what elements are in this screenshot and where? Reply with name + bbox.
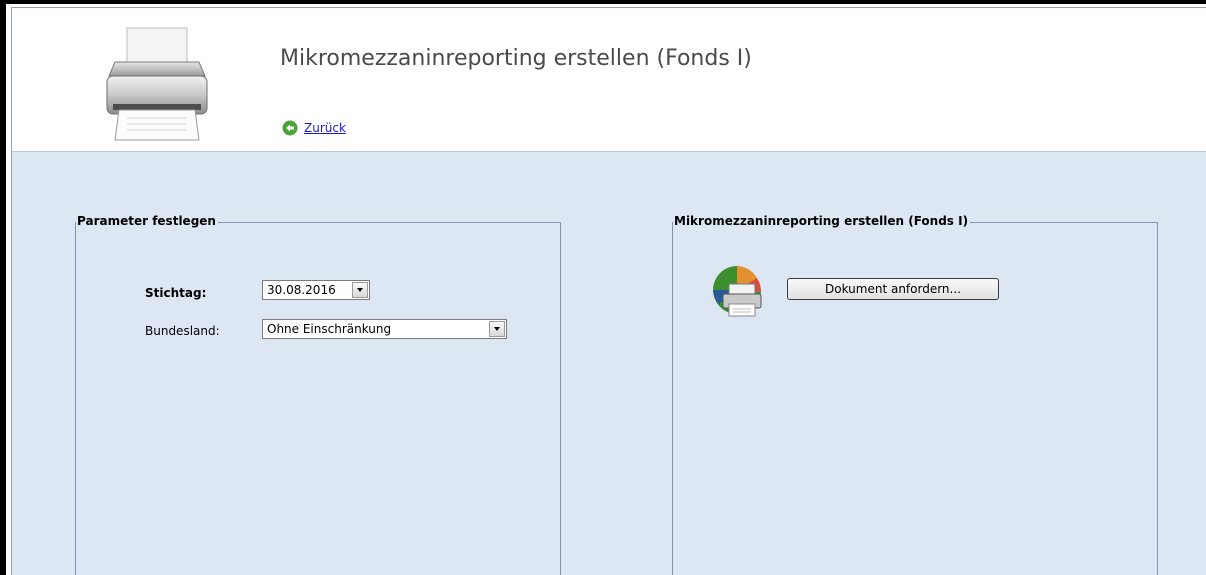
window-frame: Mikromezzaninreporting erstellen (Fonds …: [6, 4, 1206, 575]
stichtag-label: Stichtag:: [145, 286, 207, 300]
content-area: Mikromezzaninreporting erstellen (Fonds …: [11, 7, 1206, 575]
chevron-down-icon[interactable]: [352, 282, 368, 298]
parameter-legend: Parameter festlegen: [76, 214, 218, 228]
bundesland-label: Bundesland:: [145, 324, 220, 338]
report-print-icon: [713, 266, 762, 317]
back-arrow-icon[interactable]: [282, 120, 298, 136]
page-title: Mikromezzaninreporting erstellen (Fonds …: [280, 46, 752, 71]
parameter-group: Parameter festlegen: [75, 214, 561, 575]
stichtag-value: 30.08.2016: [267, 283, 336, 297]
chevron-down-icon[interactable]: [489, 321, 505, 337]
stichtag-select[interactable]: 30.08.2016: [262, 280, 370, 300]
page-header: Mikromezzaninreporting erstellen (Fonds …: [12, 8, 1206, 152]
request-document-button[interactable]: Dokument anfordern...: [787, 278, 999, 300]
back-link-label[interactable]: Zurück: [304, 121, 346, 135]
back-link[interactable]: Zurück: [282, 120, 346, 136]
report-legend: Mikromezzaninreporting erstellen (Fonds …: [673, 214, 971, 228]
printer-icon: [106, 27, 208, 141]
bundesland-select[interactable]: Ohne Einschränkung: [262, 319, 507, 339]
bundesland-value: Ohne Einschränkung: [267, 322, 392, 336]
